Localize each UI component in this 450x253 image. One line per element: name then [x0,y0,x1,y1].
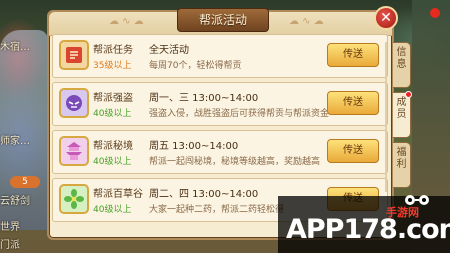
teleport-button[interactable]: 传送 [327,139,379,163]
activity-time: 全天活动 [149,45,189,56]
activity-name: 帮派强盗 [93,93,133,104]
teleport-button[interactable]: 传送 [327,91,379,115]
tab-info[interactable]: 信息 [393,42,411,88]
activity-desc: 强盗入侵，战胜强盗后可获得帮贡与帮派资金 [149,109,330,119]
activity-level: 40级以上 [93,157,132,167]
notification-dot [430,8,440,18]
tab-welfare[interactable]: 福利 [393,142,411,188]
watermark-site: APP178.com [286,214,450,245]
activity-row: 帮派秘境 40级以上 周五 13:00~14:00 帮派一起闯秘境，秘境等级越高… [52,130,388,174]
activity-name: 帮派秘境 [93,141,133,152]
tab-label: 成员 [396,97,407,120]
activity-desc: 帮派一起闯秘境，秘境等级越高，奖励越高 [149,157,321,167]
pagoda-icon [59,136,89,166]
activity-desc: 大家一起种二药，帮派二药轻松得 [149,205,285,215]
tab-label: 福利 [396,147,407,170]
chat-channel-world[interactable]: 世界 [0,218,46,233]
activity-name: 帮派任务 [93,45,133,56]
cloud-ornament-icon: ☁ ∿ ☁ [289,16,324,27]
chat-channel-sect[interactable]: 门派 [0,236,46,251]
site-watermark: 手游网 APP178.com [278,195,450,253]
tab-label: 信息 [396,47,407,70]
hud-name-low: 云舒剑 [0,196,30,207]
activity-level: 40级以上 [93,109,132,119]
list-scrollbar[interactable] [385,42,387,192]
herb-icon [59,184,89,214]
panel-header: ☁ ∿ ☁ ☁ ∿ ☁ 帮派活动 [49,8,392,36]
activity-level: 35级以上 [93,61,132,71]
teleport-button[interactable]: 传送 [327,43,379,67]
hud-name-top: 木宿… [0,42,30,53]
level-badge: 5 [10,176,40,188]
panel-title: 帮派活动 [177,8,269,32]
cloud-ornament-icon: ☁ ∿ ☁ [109,16,144,27]
notification-dot [405,91,412,98]
bandit-icon [59,88,89,118]
tab-members[interactable]: 成员 [393,91,412,138]
activity-desc: 每周70个，轻松得帮贡 [149,61,242,71]
activity-row: 帮派强盗 40级以上 周一、三 13:00~14:00 强盗入侵，战胜强盗后可获… [52,82,388,126]
activity-time: 周五 13:00~14:00 [149,141,239,152]
activity-time: 周一、三 13:00~14:00 [149,93,259,104]
scroll-icon [59,40,89,70]
activity-level: 40级以上 [93,205,132,215]
close-button[interactable]: ✕ [374,6,398,30]
hud-name-mid: 师家… [0,136,30,147]
activity-time: 周二、四 13:00~14:00 [149,189,259,200]
activity-name: 帮派百草谷 [93,189,143,200]
activity-row: 帮派任务 35级以上 全天活动 每周70个，轻松得帮贡 传送 [52,34,388,78]
